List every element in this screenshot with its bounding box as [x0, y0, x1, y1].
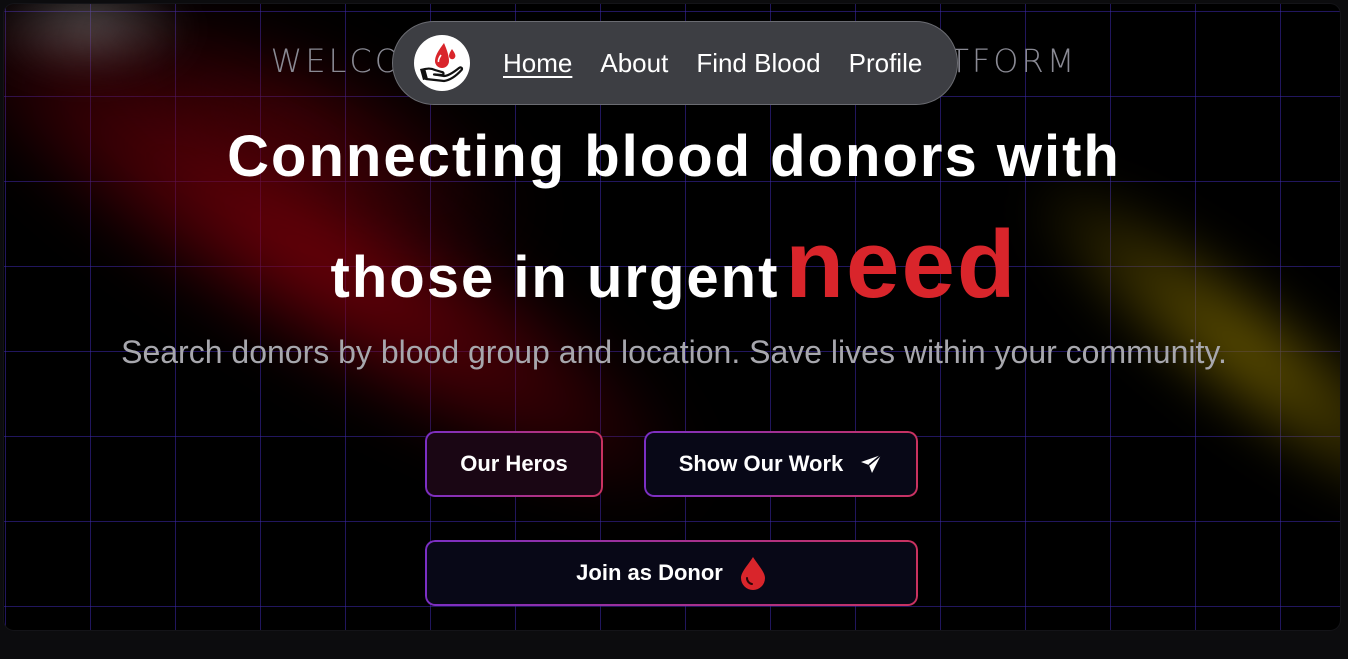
hero-headline: Connecting blood donors with those in ur… [4, 122, 1340, 313]
hero-subtitle: Search donors by blood group and locatio… [121, 334, 1227, 370]
hero-section: WELCOME TO BLOOD DONATION PLATFORM Home … [4, 4, 1340, 630]
nav-home[interactable]: Home [503, 48, 572, 78]
headline-line-2: those in urgentneed [4, 217, 1340, 313]
show-our-work-label: Show Our Work [678, 451, 844, 476]
our-heros-button[interactable]: Our Heros [425, 431, 603, 497]
our-heros-label: Our Heros [460, 451, 568, 476]
headline-line-2-text: those in urgent [330, 245, 780, 310]
nav-profile[interactable]: Profile [849, 48, 923, 78]
blood-donation-hand-icon [420, 43, 464, 83]
send-icon [861, 454, 882, 473]
nav-links: Home About Find Blood Profile [503, 22, 922, 104]
top-navbar: Home About Find Blood Profile [392, 21, 958, 105]
headline-line-1: Connecting blood donors with [227, 124, 1121, 189]
join-as-donor-label: Join as Donor [576, 560, 723, 585]
blood-drop-icon [740, 557, 765, 590]
show-our-work-button[interactable]: Show Our Work [644, 431, 918, 497]
headline-accent: need [785, 211, 1018, 318]
logo[interactable] [414, 35, 470, 91]
join-as-donor-button[interactable]: Join as Donor [425, 540, 918, 606]
nav-find-blood[interactable]: Find Blood [696, 48, 820, 78]
nav-about[interactable]: About [600, 48, 668, 78]
